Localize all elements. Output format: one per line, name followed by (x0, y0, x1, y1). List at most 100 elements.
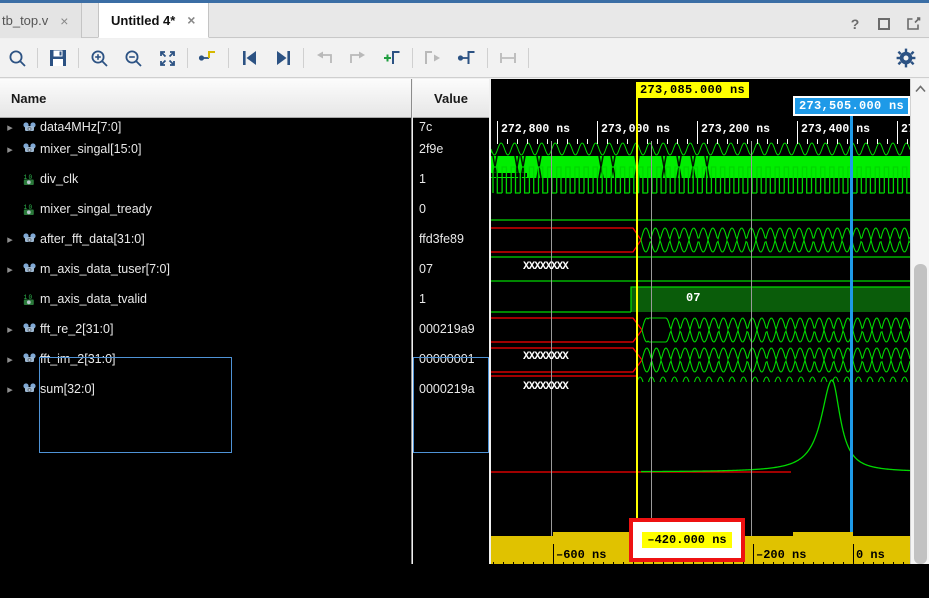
time-ruler-minor-tick (827, 139, 828, 144)
waveform-bus-value: XXXXXXXX (523, 351, 569, 363)
gear-icon[interactable] (889, 41, 923, 75)
signal-name-label: m_axis_data_tvalid (40, 292, 148, 306)
time-ruler-minor-tick (517, 139, 518, 144)
zoom-fit-icon[interactable] (150, 41, 184, 75)
signal-row-data4mhz70[interactable]: ▸ data4MHz[7:0] (0, 119, 411, 134)
time-ruler-minor-tick (617, 139, 618, 144)
next-marker-icon[interactable] (341, 41, 375, 75)
value-column-header: Value (413, 79, 489, 118)
signal-value-cell: 0000219a (419, 382, 475, 396)
waveform-canvas[interactable]: 272,800 ns 273,000 ns 273,200 ns 273,400 ns… (491, 79, 910, 598)
signal-value-cell: 1 (419, 292, 426, 306)
tab-close-icon[interactable]: × (57, 12, 71, 30)
tab-tb-top-v[interactable]: tb_top.v × (0, 3, 83, 38)
signal-row-m_axis_data_tvalid[interactable]: ▸10 m_axis_data_tvalid (0, 284, 411, 314)
float-window-icon[interactable] (905, 16, 921, 32)
bus-signal-icon (22, 353, 36, 363)
time-ruler-minor-tick (687, 139, 688, 144)
time-ruler-minor-tick (667, 139, 668, 144)
goto-edge-icon[interactable] (191, 41, 225, 75)
signal-row-div_clk[interactable]: ▸10 div_clk (0, 164, 411, 194)
signal-row-after_fft_data310[interactable]: ▸ after_fft_data[31:0] (0, 224, 411, 254)
expand-chevron-icon[interactable]: ▸ (0, 233, 20, 246)
expand-chevron-icon[interactable]: ▸ (0, 323, 20, 336)
zoom-out-icon[interactable] (116, 41, 150, 75)
time-ruler-minor-tick (557, 139, 558, 144)
bus-signal-icon (22, 383, 36, 393)
signal-name-label: data4MHz[7:0] (40, 120, 122, 134)
toolbar-separator (228, 48, 229, 68)
bus-signal-icon (20, 122, 38, 134)
time-ruler-minor-tick (677, 139, 678, 144)
time-ruler-major-tick (497, 121, 498, 139)
bit-signal-icon: 10 (23, 204, 34, 215)
primary-cursor-label[interactable]: 273,085.000 ns (636, 82, 750, 98)
maximize-icon[interactable] (876, 16, 892, 32)
time-ruler-minor-tick (717, 139, 718, 144)
next-edge-icon[interactable] (450, 41, 484, 75)
bus-signal-icon (20, 263, 38, 275)
bit-signal-icon: 10 (20, 293, 38, 306)
bus-signal-icon (20, 383, 38, 395)
vertical-scrollbar[interactable] (910, 79, 929, 598)
signal-name-label: after_fft_data[31:0] (40, 232, 145, 246)
signal-row-mixer_singal150[interactable]: ▸ mixer_singal[15:0] (0, 134, 411, 164)
signal-name-label: mixer_singal[15:0] (40, 142, 142, 156)
toolbar-separator (487, 48, 488, 68)
save-icon[interactable] (41, 41, 75, 75)
time-ruler-minor-tick (727, 139, 728, 144)
tab-label: Untitled 4* (111, 12, 176, 28)
name-column-header: Name (0, 79, 411, 118)
time-ruler-minor-tick (537, 139, 538, 144)
bus-signal-icon (22, 263, 36, 273)
next-transition-icon[interactable] (266, 41, 300, 75)
waveform-viewer-window: tb_top.v × Untitled 4* × ? Name ▸ data4M… (0, 0, 929, 598)
expand-chevron-icon[interactable]: ▸ (0, 121, 20, 134)
signal-row-fft_im_2310[interactable]: ▸ fft_im_2[31:0] (0, 344, 411, 374)
time-ruler-minor-tick (627, 139, 628, 144)
bus-signal-icon (20, 323, 38, 335)
help-icon[interactable]: ? (847, 16, 863, 32)
expand-chevron-icon[interactable]: ▸ (0, 143, 20, 156)
prev-edge-icon[interactable] (416, 41, 450, 75)
scroll-up-arrow[interactable] (911, 79, 929, 98)
waveform-bus-value: XXXXXXXX (523, 261, 569, 273)
tab-close-icon[interactable]: × (184, 11, 198, 29)
signal-value-cell: 1 (419, 172, 426, 186)
signal-name-list: ▸data4MHz[7:0]▸mixer_singal[15:0]▸10div_… (0, 119, 411, 598)
time-ruler-minor-tick (647, 139, 648, 144)
signal-value-cell: ffd3fe89 (419, 232, 464, 246)
time-ruler-minor-tick (657, 139, 658, 144)
prev-transition-icon[interactable] (232, 41, 266, 75)
relative-time-label: 0 ns (856, 548, 885, 562)
add-marker-icon[interactable] (375, 41, 409, 75)
time-ruler-minor-tick (817, 139, 818, 144)
zoom-in-icon[interactable] (82, 41, 116, 75)
expand-chevron-icon: ▸ (0, 293, 20, 306)
scrollbar-thumb[interactable] (914, 264, 927, 564)
time-tooltip-text: –420.000 ns (642, 532, 732, 548)
secondary-marker-label[interactable]: 273,505.000 ns (793, 96, 910, 116)
signal-row-m_axis_data_tuser70[interactable]: ▸ m_axis_data_tuser[7:0] (0, 254, 411, 284)
time-ruler-minor-tick (567, 139, 568, 144)
signal-name-label: div_clk (40, 172, 79, 186)
prev-marker-icon[interactable] (307, 41, 341, 75)
time-ruler-minor-tick (747, 139, 748, 144)
waveform-bus-value: XXXXXXXX (523, 381, 569, 393)
time-ruler-label: 273,200 ns (701, 123, 771, 136)
measure-icon[interactable] (491, 41, 525, 75)
bus-signal-icon (20, 233, 38, 245)
search-icon[interactable] (0, 41, 34, 75)
expand-chevron-icon[interactable]: ▸ (0, 263, 20, 276)
signal-row-sum320[interactable]: ▸ sum[32:0] (0, 374, 411, 404)
signal-row-fft_re_2310[interactable]: ▸ fft_re_2[31:0] (0, 314, 411, 344)
tab-label: tb_top.v (2, 13, 49, 28)
bus-signal-icon (22, 323, 36, 333)
time-ruler-minor-tick (767, 139, 768, 144)
expand-chevron-icon[interactable]: ▸ (0, 353, 20, 366)
expand-chevron-icon[interactable]: ▸ (0, 383, 20, 396)
tab-untitled-4[interactable]: Untitled 4* × (98, 3, 210, 38)
signal-row-mixer_singal_tready[interactable]: ▸10 mixer_singal_tready (0, 194, 411, 224)
signal-value-cell: 07 (419, 262, 433, 276)
secondary-marker-line[interactable] (850, 99, 853, 597)
